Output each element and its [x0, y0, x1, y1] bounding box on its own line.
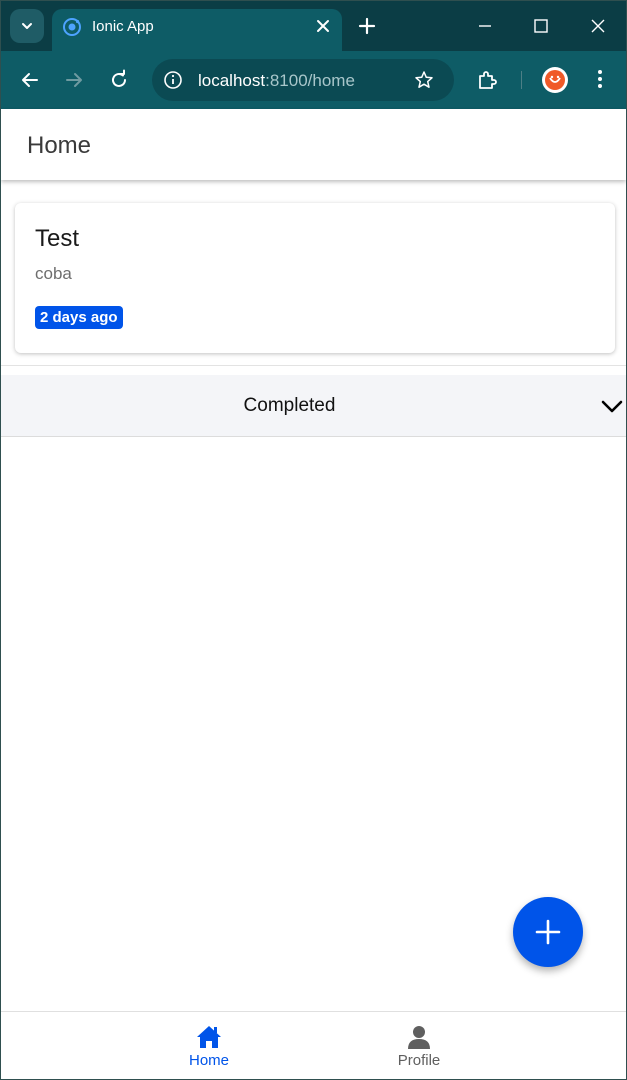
add-fab-button[interactable] [513, 897, 583, 967]
task-card[interactable]: Test coba 2 days ago [15, 203, 615, 353]
bookmark-star-icon[interactable] [414, 70, 434, 90]
tab-search-button[interactable] [10, 9, 44, 43]
browser-titlebar: Ionic App [1, 1, 626, 51]
profile-avatar[interactable] [542, 67, 568, 93]
new-tab-icon[interactable] [357, 16, 377, 36]
forward-arrow-icon[interactable] [63, 69, 85, 91]
close-icon[interactable] [314, 17, 332, 35]
bottom-tab-bar: Home Profile [1, 1011, 626, 1079]
card-subtitle: coba [35, 264, 72, 283]
list-divider [1, 365, 626, 366]
toolbar-divider [521, 71, 522, 89]
app-header: Home [1, 109, 626, 180]
address-bar[interactable]: localhost:8100/home [152, 59, 454, 101]
browser-tab[interactable]: Ionic App [52, 9, 342, 51]
reload-icon[interactable] [108, 69, 130, 91]
tab-title: Ionic App [92, 18, 154, 35]
ionic-logo-icon [63, 18, 81, 36]
browser-toolbar: localhost:8100/home [1, 51, 626, 109]
chevron-down-icon [22, 23, 32, 29]
window-close-icon[interactable] [588, 16, 608, 36]
time-badge: 2 days ago [35, 306, 123, 329]
browser-window: Ionic App localhost:8100/home Home Test … [0, 0, 627, 1080]
person-icon [408, 1026, 430, 1049]
extensions-puzzle-icon[interactable] [475, 69, 499, 93]
completed-accordion[interactable]: Completed [1, 375, 626, 437]
profile-avatar-icon [545, 70, 565, 90]
back-arrow-icon[interactable] [19, 69, 41, 91]
url-path: :8100/home [265, 71, 355, 90]
minimize-icon[interactable] [475, 16, 495, 36]
tab-home[interactable]: Home [149, 1012, 269, 1079]
url-host: localhost [198, 71, 266, 90]
home-icon [197, 1026, 221, 1048]
page-title: Home [27, 132, 92, 159]
add-icon [535, 919, 561, 945]
more-vertical-icon[interactable] [589, 68, 611, 90]
maximize-icon[interactable] [531, 16, 551, 36]
tab-profile[interactable]: Profile [359, 1012, 479, 1079]
chevron-down-icon [601, 400, 623, 413]
url-text: localhost:8100/home [198, 71, 355, 91]
card-title: Test [35, 225, 80, 252]
info-icon[interactable] [162, 69, 184, 91]
tab-home-label: Home [188, 1052, 229, 1069]
tab-profile-label: Profile [397, 1052, 441, 1069]
accordion-label: Completed [243, 395, 336, 416]
